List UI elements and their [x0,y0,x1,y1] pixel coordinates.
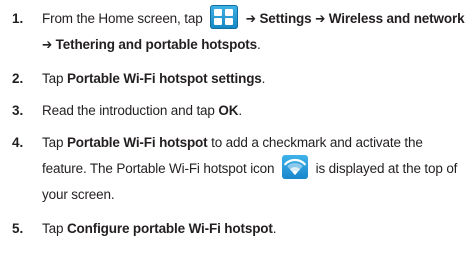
punctuation: . [238,103,242,118]
step-3: 3. Read the introduction and tap OK. [0,98,474,124]
hotspot-label: Portable Wi-Fi hotspot [66,135,208,150]
step-text: Tap Portable Wi-Fi hotspot to add a chec… [42,130,470,208]
apps-grid-cell [225,18,234,26]
punctuation: . [261,71,266,86]
step-2: 2. Tap Portable Wi-Fi hotspot settings. [0,66,474,92]
settings-label: Settings [259,11,312,26]
configure-hotspot-label: Configure portable Wi-Fi hotspot [66,221,273,236]
arrow-icon: ➔ [245,11,256,26]
wifi-hotspot-glyph [284,159,306,176]
apps-grid-cell [214,18,223,26]
step-number: 3. [12,103,24,118]
step-text: Read the introduction and tap OK. [42,98,470,124]
step-5: 5. Tap Configure portable Wi-Fi hotspot. [0,216,474,242]
step-text-plain: From the Home screen, tap [42,11,203,26]
arrow-icon: ➔ [42,37,53,52]
step-text-plain: Tap [42,221,64,236]
step-number: 4. [12,135,24,150]
step-number: 2. [12,71,24,86]
punctuation: . [257,37,261,52]
apps-grid-cell [225,9,234,17]
step-text-plain: Read the introduction and tap [42,103,215,118]
apps-grid-icon [210,5,239,30]
step-text-plain: Tap [42,135,64,150]
wireless-network-label: Wireless and network [328,11,465,26]
ok-label: OK [218,103,239,118]
instruction-steps: 1. From the Home screen, tap ➔ Settings … [0,0,474,266]
step-text: From the Home screen, tap ➔ Settings ➔ W… [42,5,470,58]
punctuation: . [272,221,277,236]
step-text-plain: Tap [42,71,64,86]
step-4: 4. Tap Portable Wi-Fi hotspot to add a c… [0,130,474,208]
step-1: 1. From the Home screen, tap ➔ Settings … [0,5,474,58]
apps-grid-cell [214,9,223,17]
step-text: Tap Configure portable Wi-Fi hotspot. [42,216,470,242]
hotspot-settings-label: Portable Wi-Fi hotspot settings [66,71,262,86]
step-number: 5. [12,221,24,236]
arrow-icon: ➔ [315,11,326,26]
step-text: Tap Portable Wi-Fi hotspot settings. [42,66,470,92]
tethering-label: Tethering and portable hotspots [55,37,258,52]
step-number: 1. [12,11,24,26]
wifi-hotspot-icon [281,155,308,180]
